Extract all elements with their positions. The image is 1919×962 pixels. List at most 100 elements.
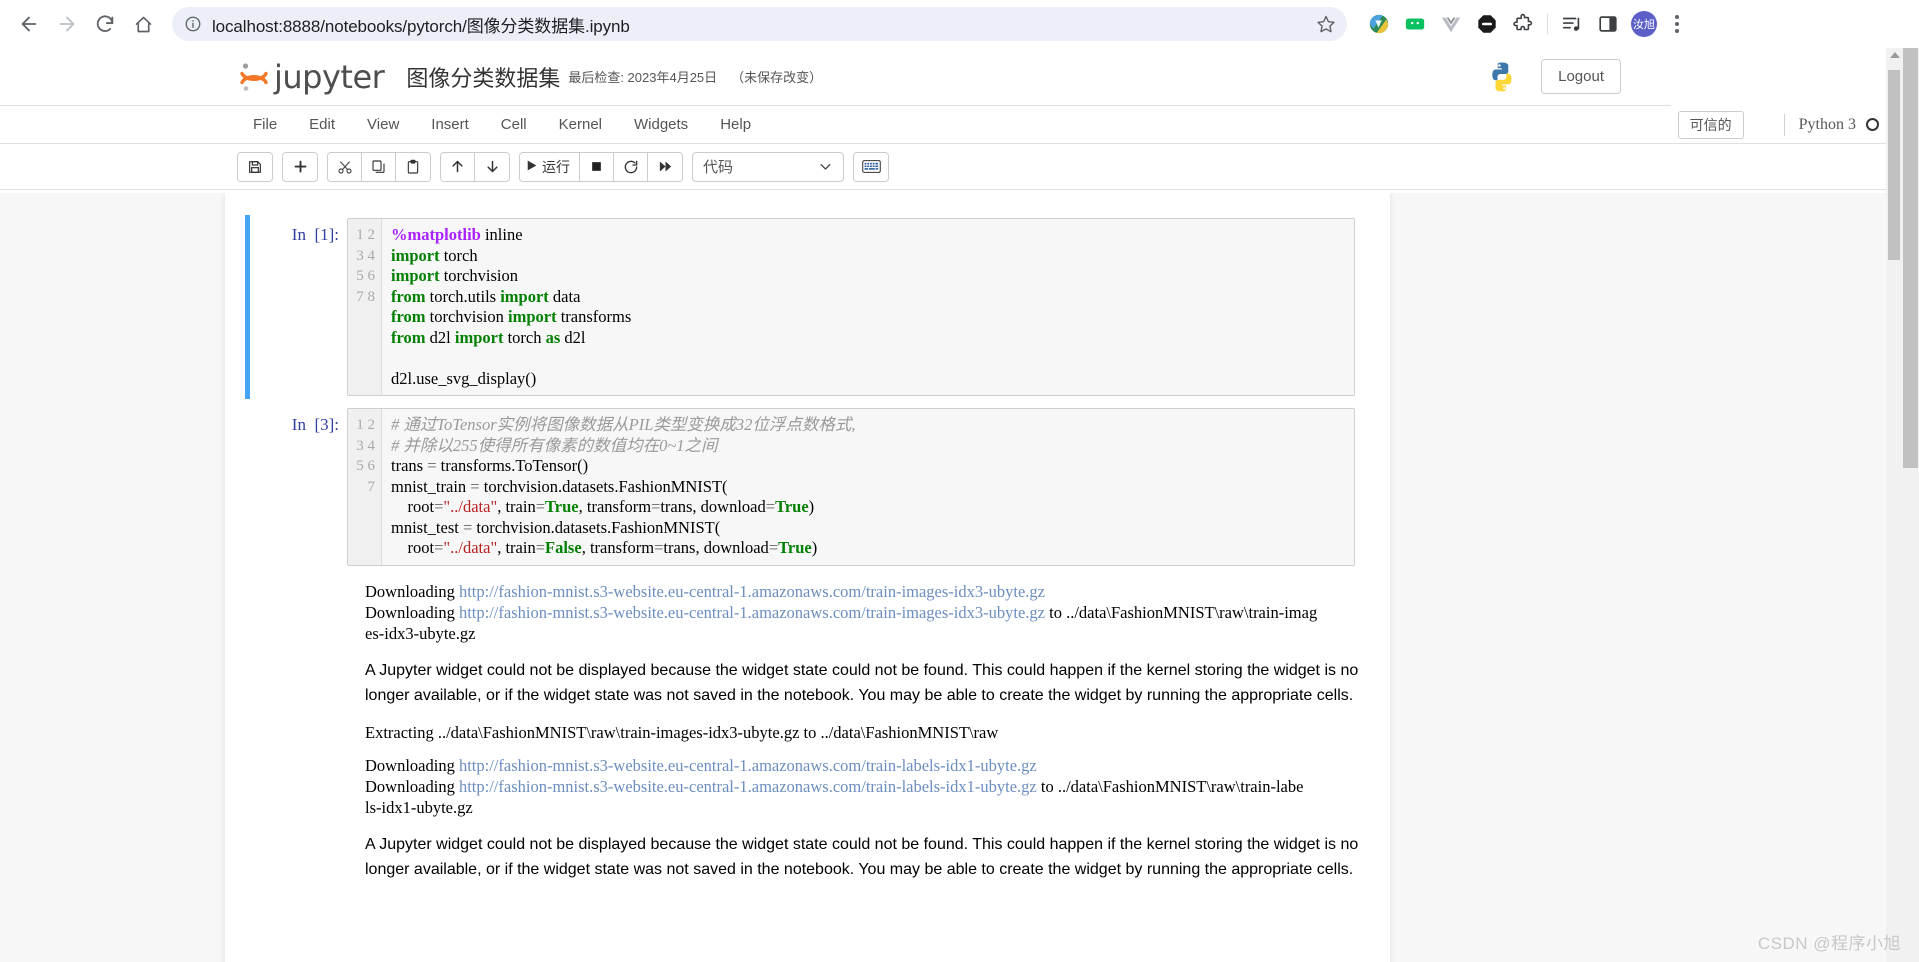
output-url[interactable]: http://fashion-mnist.s3-website.eu-centr… xyxy=(459,756,1037,775)
three-dot-menu-icon[interactable] xyxy=(1662,7,1692,41)
cut-button[interactable] xyxy=(328,152,362,181)
kernel-status-indicator[interactable] xyxy=(1866,118,1879,131)
copy-button[interactable] xyxy=(362,152,396,181)
output-url[interactable]: http://fashion-mnist.s3-website.eu-centr… xyxy=(459,582,1045,601)
run-cell-button[interactable]: 运行 xyxy=(520,152,580,181)
notebook-scroll-region[interactable]: In [1]: 1 2 3 4 5 6 7 8 %matplotlib inli… xyxy=(0,193,1886,962)
code-token: torch.utils xyxy=(425,286,501,306)
code-cell[interactable]: In [3]: 1 2 3 4 5 6 7 # 通过ToTensor实例将图像数… xyxy=(225,403,1390,571)
code-token: torch xyxy=(439,245,478,265)
cell-input-area[interactable]: 1 2 3 4 5 6 7 8 %matplotlib inline impor… xyxy=(347,218,1355,396)
bookmark-star-icon[interactable] xyxy=(1313,11,1339,37)
code-token: from xyxy=(391,327,426,347)
code-token: , transform xyxy=(581,538,655,557)
chevron-down-icon xyxy=(818,159,833,174)
interrupt-kernel-button[interactable] xyxy=(580,152,614,181)
menu-file[interactable]: File xyxy=(237,108,293,141)
code-token: = xyxy=(651,497,661,516)
menu-widgets[interactable]: Widgets xyxy=(618,108,704,141)
extensions-puzzle-icon[interactable] xyxy=(1505,6,1541,42)
menu-help[interactable]: Help xyxy=(704,108,767,141)
command-palette-button[interactable] xyxy=(854,152,888,181)
output-url[interactable]: http://fashion-mnist.s3-website.eu-centr… xyxy=(459,777,1037,796)
notebook-scrollbar-thumb[interactable] xyxy=(1888,70,1900,260)
notebook-title[interactable]: 图像分类数据集 xyxy=(406,61,560,93)
cell-type-value: 代码 xyxy=(703,159,734,176)
output-url[interactable]: http://fashion-mnist.s3-website.eu-centr… xyxy=(459,603,1045,622)
home-button[interactable] xyxy=(124,5,162,43)
cell-prompt: In [3]: xyxy=(291,415,339,434)
play-icon xyxy=(525,159,538,175)
code-source[interactable]: %matplotlib inline import torch import t… xyxy=(382,219,1354,395)
code-token: torchvision xyxy=(439,266,518,285)
last-checkpoint: 最后检查: 2023年4月25日 xyxy=(568,70,718,85)
media-control-icon[interactable] xyxy=(1554,6,1590,42)
idm-extension-icon[interactable] xyxy=(1361,6,1397,42)
adblock-extension-icon[interactable] xyxy=(1469,6,1505,42)
code-token: torchvision xyxy=(425,307,509,326)
insert-cell-below-button[interactable] xyxy=(283,152,317,181)
page-scrollbar[interactable] xyxy=(1902,48,1919,962)
restart-kernel-button[interactable] xyxy=(614,152,648,181)
restart-and-run-all-button[interactable] xyxy=(648,152,682,181)
cell-type-dropdown[interactable]: 代码 xyxy=(692,151,844,182)
jupyter-wordmark: jupyter xyxy=(274,57,385,96)
save-button[interactable] xyxy=(238,152,272,181)
back-button[interactable] xyxy=(10,5,48,43)
output-text: Extracting ../data\FashionMNIST\raw\trai… xyxy=(365,722,999,742)
code-token: # 通过ToTensor实例将图像数据从PIL类型变换成32位浮点数格式, xyxy=(391,415,856,434)
code-token: = xyxy=(427,456,437,475)
logout-button[interactable]: Logout xyxy=(1541,59,1621,94)
output-stream-text: Extracting ../data\FashionMNIST\raw\trai… xyxy=(365,716,1360,749)
code-token: import xyxy=(454,327,504,347)
vue-devtools-extension-icon[interactable] xyxy=(1433,6,1469,42)
page-scrollbar-thumb[interactable] xyxy=(1903,48,1918,468)
code-source[interactable]: # 通过ToTensor实例将图像数据从PIL类型变换成32位浮点数格式, # … xyxy=(382,409,1354,565)
code-token: ) xyxy=(808,497,815,516)
avatar-initials[interactable]: 汝旭 xyxy=(1631,11,1657,37)
code-token: = xyxy=(470,476,480,496)
code-token: = xyxy=(434,497,444,516)
url-text[interactable]: localhost:8888/notebooks/pytorch/图像分类数据集… xyxy=(202,12,1313,37)
code-cell[interactable]: In [1]: 1 2 3 4 5 6 7 8 %matplotlib inli… xyxy=(225,213,1390,401)
address-bar[interactable]: localhost:8888/notebooks/pytorch/图像分类数据集… xyxy=(172,7,1347,41)
toolbar-group-move xyxy=(440,151,510,182)
trusted-badge[interactable]: 可信的 xyxy=(1677,110,1744,139)
code-token: = xyxy=(654,538,664,557)
code-token: data xyxy=(548,286,581,306)
menu-view[interactable]: View xyxy=(351,108,415,141)
notebook-scrollbar[interactable] xyxy=(1886,48,1902,962)
code-token: from xyxy=(391,307,426,326)
widget-unavailable-message: A Jupyter widget could not be displayed … xyxy=(365,661,1359,704)
menu-edit[interactable]: Edit xyxy=(293,108,351,141)
code-token: import xyxy=(500,286,549,306)
wechat-extension-icon[interactable] xyxy=(1397,6,1433,42)
jupyter-logo[interactable]: jupyter xyxy=(237,57,385,96)
menu-items: File Edit View Insert Cell Kernel Widget… xyxy=(237,106,767,143)
site-info-icon[interactable] xyxy=(184,15,202,33)
code-token: False xyxy=(545,538,582,557)
avatar[interactable]: 汝旭 xyxy=(1626,6,1662,42)
cell-output-area: Downloading http://fashion-mnist.s3-webs… xyxy=(225,573,1360,892)
forward-button[interactable] xyxy=(48,5,86,43)
menu-kernel[interactable]: Kernel xyxy=(543,108,618,141)
code-token: , transform xyxy=(578,497,652,516)
code-token: True xyxy=(778,538,812,557)
menu-cell[interactable]: Cell xyxy=(485,108,543,141)
reload-button[interactable] xyxy=(86,5,124,43)
scroll-up-arrow-icon[interactable] xyxy=(1890,52,1900,58)
output-stream-text: Downloading http://fashion-mnist.s3-webs… xyxy=(365,575,1360,650)
toolbar-group-insert xyxy=(282,151,318,182)
code-token: = xyxy=(765,497,776,516)
side-panel-icon[interactable] xyxy=(1590,6,1626,42)
jupyter-logo-icon xyxy=(237,60,271,94)
menu-insert[interactable]: Insert xyxy=(415,108,485,141)
paste-button[interactable] xyxy=(396,152,430,181)
move-cell-down-button[interactable] xyxy=(475,152,509,181)
jupyter-toolbar: 运行 代码 xyxy=(0,144,1919,190)
code-token: import xyxy=(391,245,440,265)
move-cell-up-button[interactable] xyxy=(441,152,475,181)
output-text: ls-idx1-ubyte.gz xyxy=(365,797,473,817)
code-token: , train xyxy=(497,538,536,557)
cell-input-area[interactable]: 1 2 3 4 5 6 7 # 通过ToTensor实例将图像数据从PIL类型变… xyxy=(347,408,1355,566)
